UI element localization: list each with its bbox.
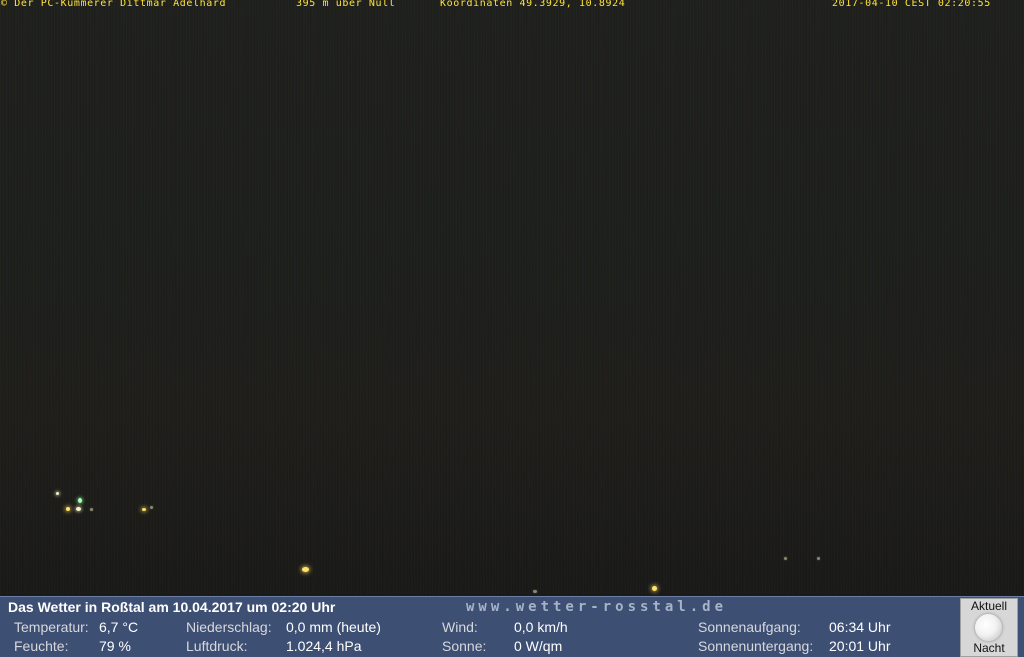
- distant-light: [150, 506, 153, 509]
- moon-phase-box: Aktuell Nacht: [960, 598, 1018, 657]
- temperature-label: Temperatur:: [14, 619, 89, 635]
- moon-night-label: Nacht: [973, 641, 1005, 655]
- pressure-label: Luftdruck:: [186, 638, 248, 654]
- distant-light: [142, 508, 146, 511]
- precipitation-label: Niederschlag:: [186, 619, 272, 635]
- distant-light: [66, 507, 70, 511]
- precipitation-value: 0,0 mm (heute): [286, 619, 381, 635]
- timestamp-text: 2017-04-10 CEST 02:20:55: [832, 0, 991, 9]
- webcam-image: [0, 0, 1024, 596]
- distant-light: [302, 567, 309, 572]
- distant-light: [533, 590, 537, 593]
- wind-value: 0,0 km/h: [514, 619, 568, 635]
- copyright-text: © Der PC-Kümmerer Dittmar Adelhard: [1, 0, 227, 9]
- moon-current-label: Aktuell: [970, 599, 1008, 613]
- website-text: www.wetter-rosstal.de: [466, 599, 728, 615]
- weather-panel: Das Wetter in Roßtal am 10.04.2017 um 02…: [0, 596, 1024, 657]
- sun-radiation-value: 0 W/qm: [514, 638, 563, 654]
- weather-headline: Das Wetter in Roßtal am 10.04.2017 um 02…: [8, 599, 336, 615]
- sunrise-value: 06:34 Uhr: [829, 619, 891, 635]
- pressure-value: 1.024,4 hPa: [286, 638, 362, 654]
- distant-light: [90, 508, 93, 511]
- sunset-value: 20:01 Uhr: [829, 638, 891, 654]
- coordinates-text: Koordinaten 49.3929, 10.8924: [440, 0, 626, 9]
- distant-light: [784, 557, 787, 560]
- distant-light: [76, 507, 81, 511]
- sunrise-label: Sonnenaufgang:: [698, 619, 801, 635]
- humidity-label: Feuchte:: [14, 638, 69, 654]
- sun-radiation-label: Sonne:: [442, 638, 487, 654]
- temperature-value: 6,7 °C: [99, 619, 139, 635]
- altitude-text: 395 m über Null: [296, 0, 396, 9]
- distant-light: [652, 586, 657, 591]
- wind-label: Wind:: [442, 619, 478, 635]
- distant-light: [817, 557, 820, 560]
- sunset-label: Sonnenuntergang:: [698, 638, 814, 654]
- full-moon-icon: [975, 614, 1002, 641]
- distant-light: [78, 498, 82, 503]
- webcam-overlay-bar: © Der PC-Kümmerer Dittmar Adelhard 395 m…: [0, 0, 1024, 10]
- distant-light: [56, 492, 59, 495]
- humidity-value: 79 %: [99, 638, 131, 654]
